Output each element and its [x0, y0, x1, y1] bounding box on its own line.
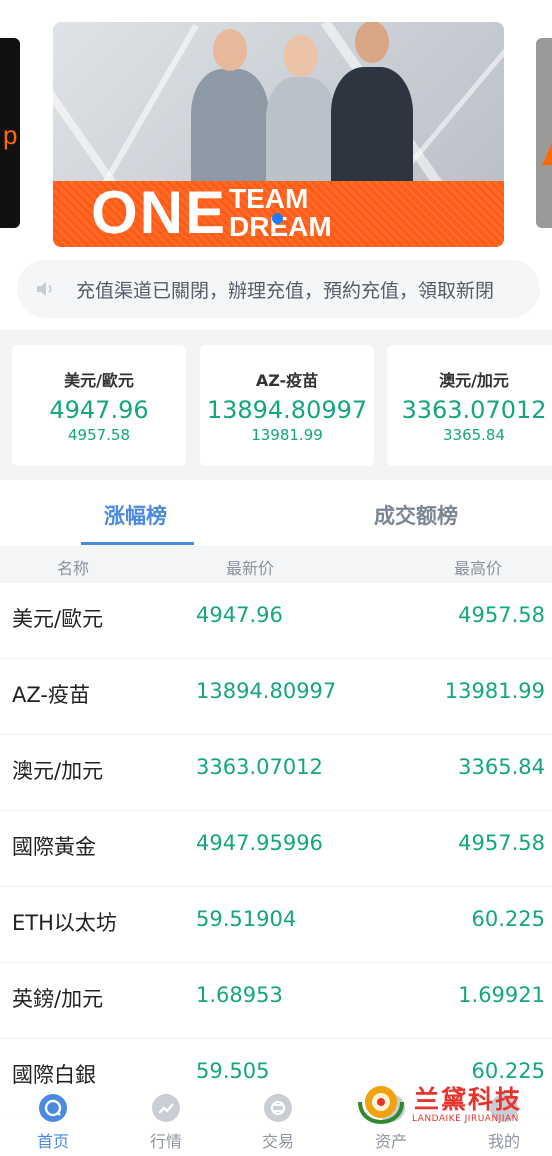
row-high: 13981.99 [444, 679, 545, 703]
banner-brand-big: ONE [91, 179, 228, 246]
nav-market[interactable]: 行情 [126, 1094, 206, 1152]
row-high: 4957.58 [458, 831, 545, 855]
carousel-indicator-dot[interactable] [272, 213, 283, 224]
watermark: 兰黛科技 LANDAIKE JIRUANJIAN [356, 1080, 546, 1130]
next-banner-peek[interactable] [536, 38, 552, 228]
prev-banner-peek[interactable]: p [0, 38, 20, 228]
table-row[interactable]: 英鎊/加元 1.68953 1.69921 [0, 963, 552, 1039]
nav-trade[interactable]: 交易 [238, 1094, 318, 1152]
exchange-icon [264, 1094, 292, 1122]
row-latest: 59.505 [196, 1059, 270, 1083]
column-header-high: 最高价 [454, 559, 503, 578]
row-name: 澳元/加元 [12, 759, 104, 783]
column-header-name: 名称 [57, 559, 90, 578]
row-name: 國際黃金 [12, 835, 96, 859]
column-header-latest: 最新价 [226, 559, 275, 578]
table-row[interactable]: 澳元/加元 3363.07012 3365.84 [0, 735, 552, 811]
banner-person [191, 29, 269, 181]
prev-banner-glyph: p [3, 120, 18, 150]
quote-card[interactable]: 澳元/加元 3363.07012 3365.84 [387, 345, 552, 466]
quote-card[interactable]: 美元/歐元 4947.96 4957.58 [12, 345, 186, 466]
row-name: 英鎊/加元 [12, 987, 104, 1011]
tab-gainers[interactable]: 涨幅榜 [104, 500, 167, 530]
nav-label: 资产 [374, 1132, 407, 1151]
quote-card-high: 13981.99 [251, 426, 323, 444]
row-latest: 13894.80997 [196, 679, 337, 703]
nav-label: 行情 [149, 1132, 182, 1151]
banner-beam [93, 23, 199, 201]
watermark-seal-icon [358, 1086, 404, 1125]
quote-cards: 美元/歐元 4947.96 4957.58 AZ-疫苗 13894.80997 … [0, 330, 552, 480]
table-row[interactable]: ETH以太坊 59.51904 60.225 [0, 887, 552, 963]
banner-brand-top: TEAM [229, 183, 309, 214]
table-row[interactable]: 美元/歐元 4947.96 4957.58 [0, 583, 552, 659]
row-latest: 3363.07012 [196, 755, 323, 779]
row-high: 3365.84 [458, 755, 545, 779]
row-high: 4957.58 [458, 603, 545, 627]
row-latest: 1.68953 [196, 983, 283, 1007]
nav-label: 首页 [36, 1132, 69, 1151]
market-trend-icon [152, 1094, 180, 1122]
quote-card-high: 4957.58 [67, 426, 131, 444]
row-high: 1.69921 [458, 983, 545, 1007]
row-latest: 59.51904 [196, 907, 297, 931]
row-name: 美元/歐元 [12, 607, 104, 631]
quote-card-name: AZ-疫苗 [255, 371, 319, 390]
quote-card-price: 4947.96 [49, 396, 149, 424]
tab-volume[interactable]: 成交额榜 [374, 500, 458, 530]
watermark-title: 兰黛科技 [414, 1087, 523, 1114]
speaker-icon [34, 277, 58, 301]
home-icon [39, 1094, 67, 1122]
quote-card-name: 澳元/加元 [439, 371, 509, 390]
banner-person [266, 35, 336, 181]
ranking-tabs: 涨幅榜 成交额榜 [0, 480, 552, 546]
banner-carousel[interactable]: p ONE TEAM DREAM [0, 0, 552, 258]
notice-bar[interactable]: 充值渠道已關閉，辦理充值，預約充值，領取新閉 [17, 260, 540, 318]
row-high: 60.225 [471, 907, 545, 931]
nav-label: 我的 [487, 1132, 520, 1151]
quote-card-price: 13894.80997 [206, 396, 368, 424]
row-latest: 4947.96 [196, 603, 283, 627]
quote-card[interactable]: AZ-疫苗 13894.80997 13981.99 [200, 345, 374, 466]
quote-card-price: 3363.07012 [401, 396, 547, 424]
table-row[interactable]: 國際黃金 4947.95996 4957.58 [0, 811, 552, 887]
table-row[interactable]: AZ-疫苗 13894.80997 13981.99 [0, 659, 552, 735]
banner-person-head [284, 35, 318, 77]
next-banner-glyph [542, 143, 552, 165]
table-header: 名称 最新价 最高价 [0, 546, 552, 583]
quote-card-high: 3365.84 [442, 426, 506, 444]
banner-brand: ONE TEAM DREAM [91, 183, 332, 243]
row-latest: 4947.95996 [196, 831, 323, 855]
row-name: AZ-疫苗 [12, 683, 90, 707]
quote-card-name: 美元/歐元 [64, 371, 134, 390]
active-tab-indicator [81, 542, 194, 545]
row-name: ETH以太坊 [12, 911, 117, 935]
nav-home[interactable]: 首页 [13, 1094, 93, 1152]
banner-person-head [213, 29, 247, 71]
banner-person [331, 22, 413, 181]
row-name: 國際白銀 [12, 1063, 96, 1087]
notice-text: 充值渠道已關閉，辦理充值，預約充值，領取新閉 [76, 279, 495, 302]
nav-label: 交易 [261, 1132, 294, 1151]
banner-person-head [355, 22, 389, 63]
watermark-subtitle: LANDAIKE JIRUANJIAN [412, 1114, 519, 1124]
